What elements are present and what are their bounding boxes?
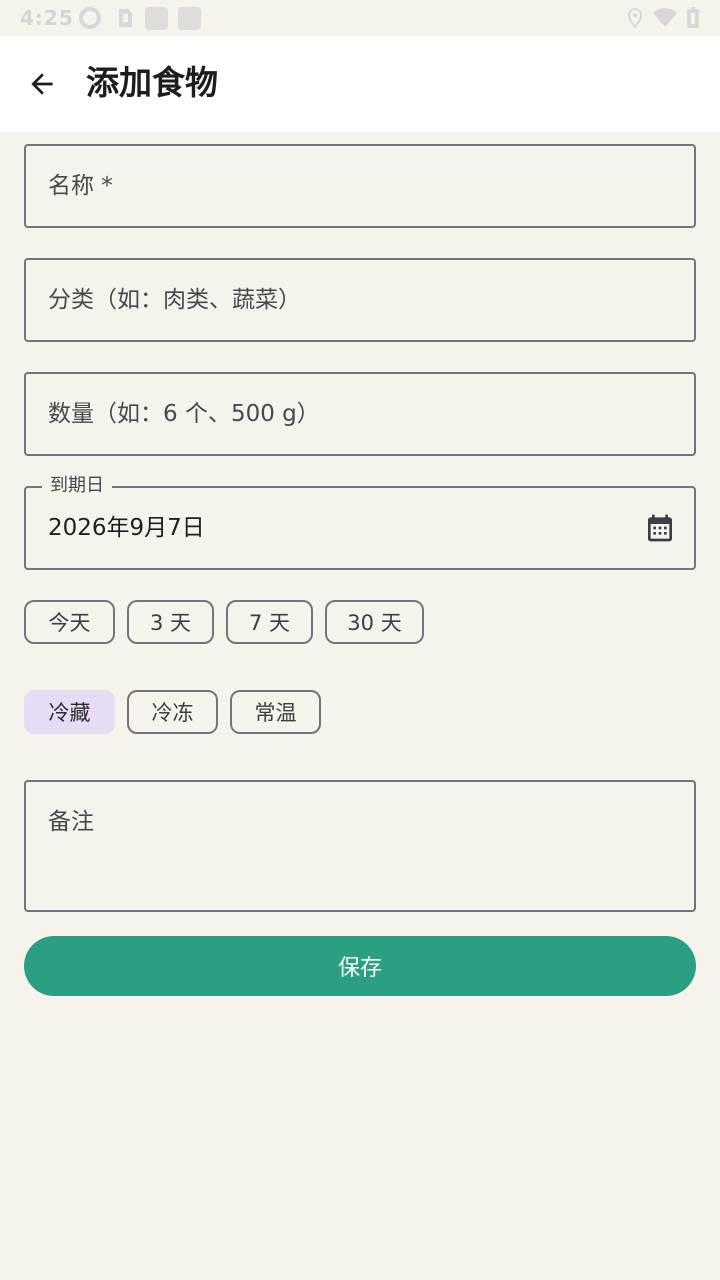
notification-icon bbox=[145, 7, 168, 30]
expiry-date-field[interactable]: 到期日 2026年9月7日 bbox=[24, 475, 696, 570]
wifi-icon bbox=[653, 8, 677, 27]
back-button[interactable] bbox=[18, 60, 66, 108]
name-input[interactable] bbox=[48, 146, 648, 226]
save-button[interactable]: 保存 bbox=[24, 936, 696, 996]
chip-room-temp[interactable]: 常温 bbox=[230, 690, 321, 734]
chip-frozen[interactable]: 冷冻 bbox=[127, 690, 218, 734]
category-field[interactable] bbox=[24, 258, 696, 342]
sd-card-icon bbox=[119, 9, 132, 27]
chip-7-days[interactable]: 7 天 bbox=[226, 600, 313, 644]
quantity-input[interactable] bbox=[48, 374, 648, 454]
status-time: 4:25 bbox=[20, 6, 74, 30]
calendar-icon[interactable] bbox=[644, 512, 676, 544]
battery-icon bbox=[687, 7, 699, 28]
chip-30-days[interactable]: 30 天 bbox=[325, 600, 424, 644]
chip-refrigerated[interactable]: 冷藏 bbox=[24, 690, 115, 734]
chip-today[interactable]: 今天 bbox=[24, 600, 115, 644]
notes-input[interactable] bbox=[48, 806, 648, 896]
notes-field[interactable] bbox=[24, 780, 696, 912]
chip-3-days[interactable]: 3 天 bbox=[127, 600, 214, 644]
name-field[interactable] bbox=[24, 144, 696, 228]
app-bar: 添加食物 bbox=[0, 36, 720, 132]
status-bar: 4:25 bbox=[0, 0, 720, 36]
notification-icon bbox=[178, 7, 201, 30]
page-title: 添加食物 bbox=[86, 63, 218, 102]
expiry-date-label: 到期日 bbox=[42, 475, 112, 497]
category-input[interactable] bbox=[48, 260, 648, 340]
quantity-field[interactable] bbox=[24, 372, 696, 456]
expiry-date-value: 2026年9月7日 bbox=[48, 515, 205, 541]
arrow-back-icon bbox=[31, 73, 53, 95]
location-icon bbox=[627, 7, 643, 29]
sync-icon bbox=[79, 7, 101, 29]
